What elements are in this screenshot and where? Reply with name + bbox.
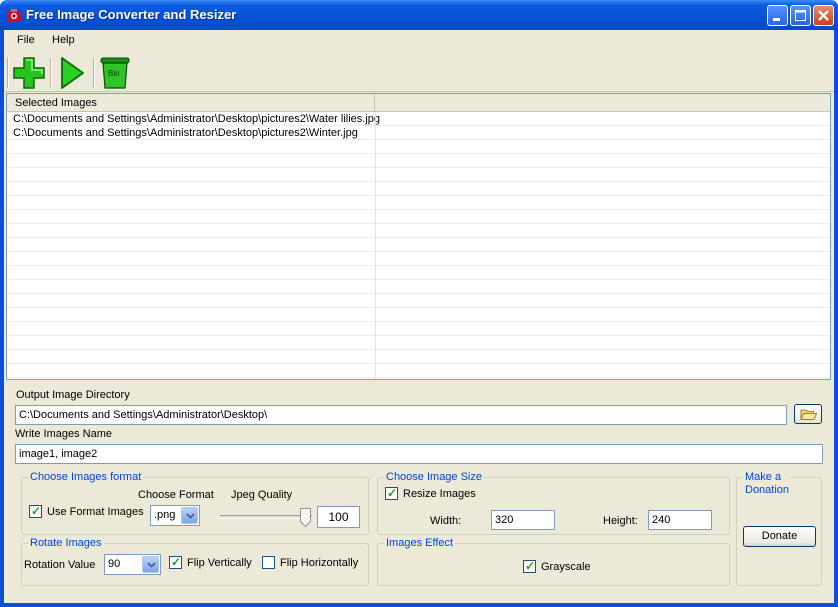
write-images-name-label: Write Images Name	[15, 428, 112, 440]
use-format-label: Use Format Images	[47, 506, 144, 518]
check-icon: ✓	[31, 504, 42, 518]
grayscale-checkbox[interactable]: ✓	[523, 559, 536, 573]
jpeg-quality-slider-track[interactable]	[220, 515, 312, 519]
output-directory-label: Output Image Directory	[16, 389, 130, 401]
rotation-value-label: Rotation Value	[24, 559, 96, 571]
donation-title-line2: Donation	[745, 484, 790, 496]
format-select[interactable]: .png	[150, 505, 200, 526]
donate-button[interactable]: Donate	[743, 526, 816, 547]
menu-help[interactable]: Help	[52, 34, 75, 46]
format-select-value: .png	[154, 509, 176, 521]
open-folder-icon	[800, 409, 818, 420]
list-item[interactable]: C:\Documents and Settings\Administrator\…	[13, 112, 380, 126]
close-button[interactable]	[813, 5, 834, 26]
toolbar-grip	[7, 58, 9, 88]
maximize-icon	[795, 10, 806, 21]
flip-vertically-label: Flip Vertically	[187, 557, 252, 569]
minimize-icon	[773, 18, 780, 21]
check-icon: ✓	[387, 486, 398, 500]
width-label: Width:	[430, 515, 462, 527]
choose-format-group: Choose Images format ✓ Use Format Images…	[21, 471, 369, 535]
chevron-down-icon	[186, 513, 195, 519]
chevron-down-icon	[147, 562, 156, 568]
choose-format-group-title: Choose Images format	[28, 471, 144, 483]
height-label: Height:	[603, 515, 638, 527]
donation-group-title: Make a Donation	[743, 471, 792, 497]
rotate-images-group-title: Rotate Images	[28, 537, 104, 549]
flip-vertically-checkbox[interactable]: ✓	[169, 555, 182, 569]
list-rows: C:\Documents and Settings\Administrator\…	[7, 112, 830, 379]
add-images-button[interactable]	[11, 55, 47, 91]
output-directory-input[interactable]: C:\Documents and Settings\Administrator\…	[15, 405, 787, 425]
window-title: Free Image Converter and Resizer	[26, 7, 237, 22]
choose-format-label: Choose Format	[138, 489, 214, 501]
images-effect-group-title: Images Effect	[384, 537, 456, 549]
minimize-button[interactable]	[767, 5, 788, 26]
app-window: Free Image Converter and Resizer File He…	[0, 0, 838, 607]
flip-horizontally-label: Flip Horizontally	[280, 557, 359, 569]
rotate-images-group: Rotate Images Rotation Value 90 ✓ Flip V…	[21, 537, 369, 586]
donation-title-line1: Make a	[745, 471, 782, 483]
jpeg-quality-label: Jpeg Quality	[231, 489, 293, 501]
choose-image-size-group: Choose Image Size ✓ Resize Images Width:…	[377, 471, 730, 535]
convert-button[interactable]	[54, 55, 90, 91]
column-header-selected-images[interactable]: Selected Images	[7, 94, 375, 112]
check-icon: ✓	[525, 559, 536, 573]
format-dropdown-button[interactable]	[181, 507, 198, 524]
flip-horizontally-checkbox[interactable]	[262, 556, 275, 569]
rotation-select-value: 90	[108, 558, 121, 570]
images-name-input[interactable]: image1, image2	[15, 444, 823, 464]
clear-bin-button[interactable]: Bin	[97, 55, 133, 91]
width-input[interactable]: 320	[491, 510, 555, 530]
grayscale-label: Grayscale	[541, 561, 591, 573]
client-area: File Help Bin Selected Images C:\Documen…	[4, 30, 834, 603]
bin-label: Bin	[108, 69, 120, 78]
play-icon	[61, 57, 84, 89]
rotation-dropdown-button[interactable]	[142, 556, 159, 573]
toolbar: Bin	[4, 52, 834, 92]
list-item[interactable]: C:\Documents and Settings\Administrator\…	[13, 126, 358, 140]
jpeg-quality-slider-thumb[interactable]	[300, 508, 311, 527]
title-bar[interactable]: Free Image Converter and Resizer	[0, 0, 838, 30]
use-format-checkbox[interactable]: ✓	[29, 504, 42, 518]
list-header: Selected Images	[7, 94, 830, 112]
app-icon	[7, 9, 21, 21]
add-icon	[13, 57, 45, 89]
height-input[interactable]: 240	[648, 510, 712, 530]
close-icon	[818, 10, 829, 21]
maximize-button[interactable]	[790, 5, 811, 26]
selected-images-list[interactable]: Selected Images C:\Documents and Setting…	[6, 93, 831, 380]
resize-images-checkbox[interactable]: ✓	[385, 486, 398, 500]
browse-folder-button[interactable]	[794, 404, 822, 424]
rotation-select[interactable]: 90	[104, 554, 161, 575]
window-bottom-border	[0, 603, 838, 607]
column-divider	[375, 112, 376, 379]
toolbar-separator	[93, 58, 95, 88]
images-effect-group: Images Effect ✓ Grayscale	[377, 537, 730, 586]
menu-bar: File Help	[4, 30, 834, 51]
choose-image-size-group-title: Choose Image Size	[384, 471, 484, 483]
resize-images-label: Resize Images	[403, 488, 476, 500]
menu-file[interactable]: File	[17, 34, 35, 46]
jpeg-quality-input[interactable]: 100	[317, 506, 360, 528]
donation-group: Make a Donation Donate	[736, 471, 822, 586]
toolbar-separator	[50, 58, 52, 88]
check-icon: ✓	[171, 555, 182, 569]
